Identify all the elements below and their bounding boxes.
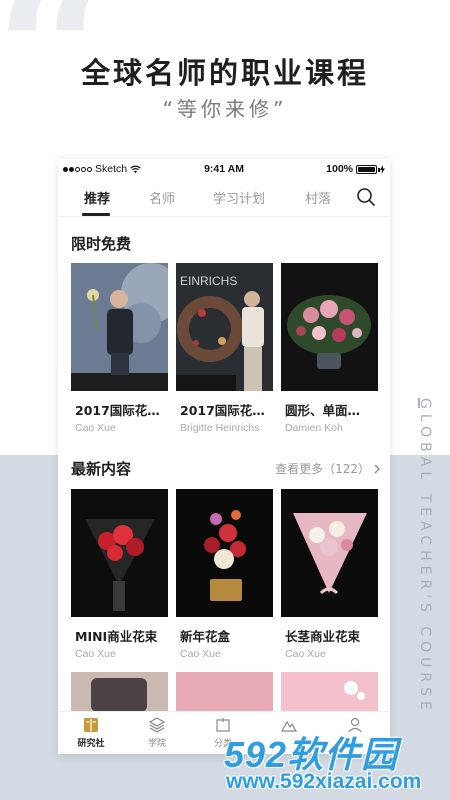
course-thumbnail xyxy=(281,263,378,391)
promo-headline: 全球名师的职业课程 xyxy=(80,56,369,90)
phone-screen: Sketch 9:41 AM 100% 推荐 名师 学习计划 村落 限时免费 2… xyxy=(58,159,390,754)
section-title-free: 限时免费 xyxy=(71,235,132,253)
course-thumbnail xyxy=(281,489,378,617)
course-card[interactable]: EINRICHS 2017国际花… Brigitte Heinrichs xyxy=(176,263,273,434)
card-title: 2017国际花… xyxy=(180,403,265,418)
card-author: Cao Xue xyxy=(75,422,116,434)
battery-percent: 100% xyxy=(326,163,353,175)
course-card[interactable]: 圆形、单面… Damien Koh xyxy=(281,263,378,434)
course-card[interactable]: 2017国际花… Cao Xue xyxy=(71,263,168,434)
course-thumbnail-partial[interactable] xyxy=(281,672,378,712)
nav-item-research[interactable]: 研究社 xyxy=(58,716,124,749)
card-author: Cao Xue xyxy=(75,648,116,660)
card-author: Cao Xue xyxy=(180,648,221,660)
course-card[interactable]: 长茎商业花束 Cao Xue xyxy=(281,489,378,660)
search-icon[interactable] xyxy=(356,187,376,207)
card-author: Damien Koh xyxy=(285,422,343,434)
book-icon xyxy=(84,718,98,732)
card-title: 2017国际花… xyxy=(75,403,160,418)
see-more-link[interactable]: 查看更多（122） xyxy=(275,460,380,477)
see-more-label: 查看更多（122） xyxy=(275,462,370,476)
card-title: MINI商业花束 xyxy=(75,629,158,644)
nav-label: 学院 xyxy=(147,739,166,749)
chevron-right-icon xyxy=(374,464,380,473)
layers-icon xyxy=(148,717,166,733)
course-thumbnail-partial[interactable] xyxy=(176,672,273,712)
nav-item-academy[interactable]: 学院 xyxy=(124,716,190,749)
tab-study-plan[interactable]: 学习计划 xyxy=(213,188,265,207)
card-author: Cao Xue xyxy=(285,648,326,660)
watermark-url: www.592xiazai.com xyxy=(226,770,422,793)
tab-teachers[interactable]: 名师 xyxy=(149,188,175,207)
card-title: 长茎商业花束 xyxy=(285,629,361,644)
active-tab-indicator xyxy=(82,213,110,216)
card-author: Brigitte Heinrichs xyxy=(180,422,260,434)
promo-vertical-text: GLOBAL TEACHER'S COURSE xyxy=(417,398,433,715)
status-bar: Sketch 9:41 AM 100% xyxy=(58,159,390,179)
status-battery: 100% xyxy=(326,163,385,175)
tab-recommend[interactable]: 推荐 xyxy=(84,188,110,207)
nav-label: 研究社 xyxy=(77,739,105,749)
course-thumbnail: EINRICHS xyxy=(176,263,273,391)
heinrichs-sign-text: EINRICHS xyxy=(180,274,237,288)
top-tab-bar: 推荐 名师 学习计划 村落 xyxy=(58,179,390,217)
course-card[interactable]: 新年花盒 Cao Xue xyxy=(176,489,273,660)
tab-village[interactable]: 村落 xyxy=(305,188,331,207)
card-title: 圆形、单面… xyxy=(285,403,361,418)
promo-subline: “等你来修” xyxy=(162,97,288,121)
course-thumbnail xyxy=(176,489,273,617)
charging-bolt-icon xyxy=(380,164,385,174)
course-thumbnail xyxy=(71,263,168,391)
course-thumbnail xyxy=(71,489,168,617)
battery-icon xyxy=(356,164,380,174)
card-title: 新年花盒 xyxy=(180,629,231,644)
course-card[interactable]: MINI商业花束 Cao Xue xyxy=(71,489,168,660)
watermark: 592软件园 www.592xiazai.com xyxy=(222,722,450,800)
section-title-latest: 最新内容 xyxy=(71,460,132,478)
course-thumbnail-partial[interactable] xyxy=(71,672,168,712)
